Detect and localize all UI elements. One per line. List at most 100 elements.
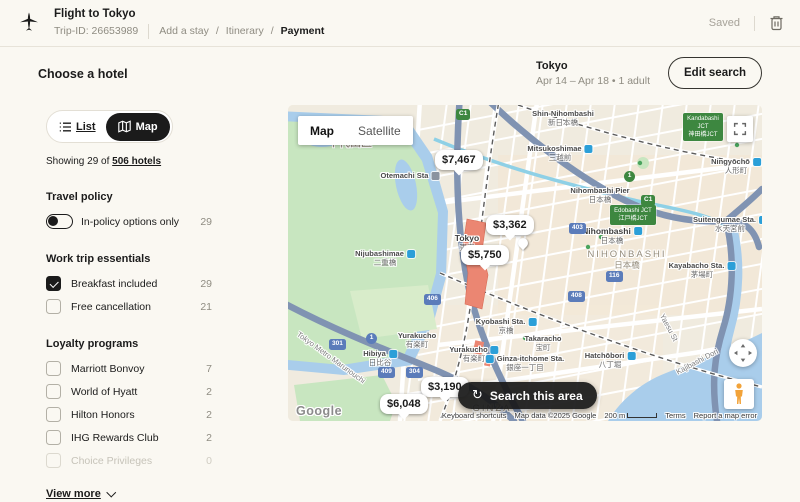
ihg-count: 2	[206, 432, 212, 444]
marriott-count: 7	[206, 363, 212, 375]
list-view-label: List	[76, 121, 96, 133]
route-shield-c1: C1	[456, 109, 470, 120]
route-shield-c1: C1	[641, 195, 655, 206]
google-logo[interactable]: Google	[296, 404, 342, 418]
subheader: Choose a hotel Tokyo Apr 14 – Apr 18 • 1…	[0, 47, 800, 105]
breadcrumb-add-a-stay[interactable]: Add a stay	[159, 25, 209, 37]
travel-policy-heading: Travel policy	[46, 191, 212, 203]
hyatt-label: World of Hyatt	[71, 386, 206, 398]
route-shield: 403	[569, 223, 586, 234]
filter-row-free-cancellation: Free cancellation 21	[46, 299, 212, 314]
choice-checkbox[interactable]	[46, 453, 61, 468]
hyatt-count: 2	[206, 386, 212, 398]
trip-info: Flight to Tokyo Trip-ID: 26653989 Add a …	[54, 8, 324, 39]
edobashi-jct-sign: Edobashi JCT江戸橋JCT	[610, 205, 656, 225]
map-attribution: Keyboard shortcuts Map data ©2025 Google…	[442, 409, 762, 421]
refresh-icon: ↻	[472, 388, 483, 403]
results-summary: Showing 29 of 506 hotels	[46, 156, 212, 167]
route-shield: 408	[568, 291, 585, 302]
map-view-label: Map	[136, 121, 158, 133]
filter-row-marriott: Marriott Bonvoy 7	[46, 361, 212, 376]
marriott-checkbox[interactable]	[46, 361, 61, 376]
hilton-count: 2	[206, 409, 212, 421]
hilton-label: Hilton Honors	[71, 409, 206, 421]
list-icon	[59, 122, 71, 132]
free-cancellation-label: Free cancellation	[71, 301, 200, 313]
loyalty-heading: Loyalty programs	[46, 338, 212, 350]
filter-row-hyatt: World of Hyatt 2	[46, 384, 212, 399]
hotels-count-link[interactable]: 506 hotels	[112, 156, 161, 167]
breakfast-label: Breakfast included	[71, 278, 200, 290]
report-map-error-link[interactable]: Report a map error	[694, 411, 757, 420]
fullscreen-icon	[733, 122, 747, 136]
route-shield: 1	[366, 333, 377, 344]
in-policy-count: 29	[200, 216, 212, 228]
breadcrumb-separator: /	[271, 25, 274, 37]
chevron-down-icon	[106, 488, 115, 497]
toggle-knob	[48, 216, 58, 226]
map-type-map-button[interactable]: Map	[298, 124, 346, 138]
choice-count: 0	[206, 455, 212, 467]
map-scale: 200 m	[604, 411, 657, 420]
route-shield: 409	[378, 367, 395, 378]
in-policy-filter-row: In-policy options only 29	[46, 214, 212, 229]
pegman-button[interactable]	[724, 379, 754, 409]
in-policy-toggle[interactable]	[46, 214, 73, 229]
hotel-price-marker[interactable]: $5,750	[461, 245, 509, 265]
view-more-link[interactable]: View more	[46, 488, 114, 500]
hilton-checkbox[interactable]	[46, 407, 61, 422]
filter-row-ihg: IHG Rewards Club 2	[46, 430, 212, 445]
scale-bar	[627, 413, 657, 418]
route-shield: 116	[606, 271, 623, 282]
map-canvas[interactable]: Chiyoda City千代田区 Otemachi Sta Shin-Nihom…	[288, 105, 762, 421]
free-cancellation-checkbox[interactable]	[46, 299, 61, 314]
choice-label: Choice Privileges	[71, 455, 206, 467]
ihg-label: IHG Rewards Club	[71, 432, 206, 444]
results-prefix: Showing 29 of	[46, 156, 109, 167]
terms-link[interactable]: Terms	[665, 411, 685, 420]
marriott-label: Marriott Bonvoy	[71, 363, 206, 375]
route-shield: 301	[329, 339, 346, 350]
map-view-button[interactable]: Map	[106, 113, 170, 141]
top-header: Flight to Tokyo Trip-ID: 26653989 Add a …	[0, 0, 800, 47]
in-policy-label: In-policy options only	[81, 216, 200, 228]
trash-icon	[769, 15, 784, 31]
hyatt-checkbox[interactable]	[46, 384, 61, 399]
free-cancellation-count: 21	[200, 301, 212, 313]
hotel-price-marker[interactable]: $3,362	[486, 215, 534, 235]
trip-id: Trip-ID: 26653989	[54, 25, 138, 37]
route-shield: 406	[424, 294, 441, 305]
filters-sidebar: List Map Showing 29 of 506 hotels Travel…	[46, 110, 212, 502]
view-toggle: List Map	[46, 110, 173, 143]
app-logo[interactable]	[18, 11, 40, 35]
saved-status: Saved	[709, 17, 740, 29]
breadcrumb: Add a stay / Itinerary / Payment	[159, 25, 324, 37]
hotel-price-marker[interactable]: $6,048	[380, 394, 428, 414]
breakfast-count: 29	[200, 278, 212, 290]
search-this-area-button[interactable]: ↻ Search this area	[458, 382, 597, 409]
page-title: Choose a hotel	[38, 67, 128, 81]
filter-row-hilton: Hilton Honors 2	[46, 407, 212, 422]
delete-trip-button[interactable]	[769, 15, 784, 31]
breakfast-checkbox[interactable]	[46, 276, 61, 291]
filter-row-breakfast: Breakfast included 29	[46, 276, 212, 291]
search-dates: Apr 14 – Apr 18 • 1 adult	[536, 75, 650, 87]
divider	[754, 16, 755, 31]
pan-control[interactable]	[729, 339, 757, 367]
trip-title: Flight to Tokyo	[54, 8, 324, 20]
keyboard-shortcuts-link[interactable]: Keyboard shortcuts	[442, 411, 507, 420]
edit-search-button[interactable]: Edit search	[668, 57, 762, 89]
kandabashi-jct-sign: Kandabashi JCT神田橋JCT	[683, 113, 723, 141]
map-type-satellite-button[interactable]: Satellite	[346, 124, 413, 138]
map-icon	[118, 120, 131, 133]
breadcrumb-itinerary[interactable]: Itinerary	[226, 25, 264, 37]
pegman-icon	[733, 383, 745, 405]
breadcrumb-payment[interactable]: Payment	[281, 25, 325, 37]
list-view-button[interactable]: List	[49, 113, 106, 141]
pan-arrows-icon	[734, 344, 752, 362]
ihg-checkbox[interactable]	[46, 430, 61, 445]
map-basemap	[288, 105, 762, 421]
hotel-price-marker[interactable]: $7,467	[435, 150, 483, 170]
work-trip-heading: Work trip essentials	[46, 253, 212, 265]
fullscreen-button[interactable]	[727, 116, 753, 142]
